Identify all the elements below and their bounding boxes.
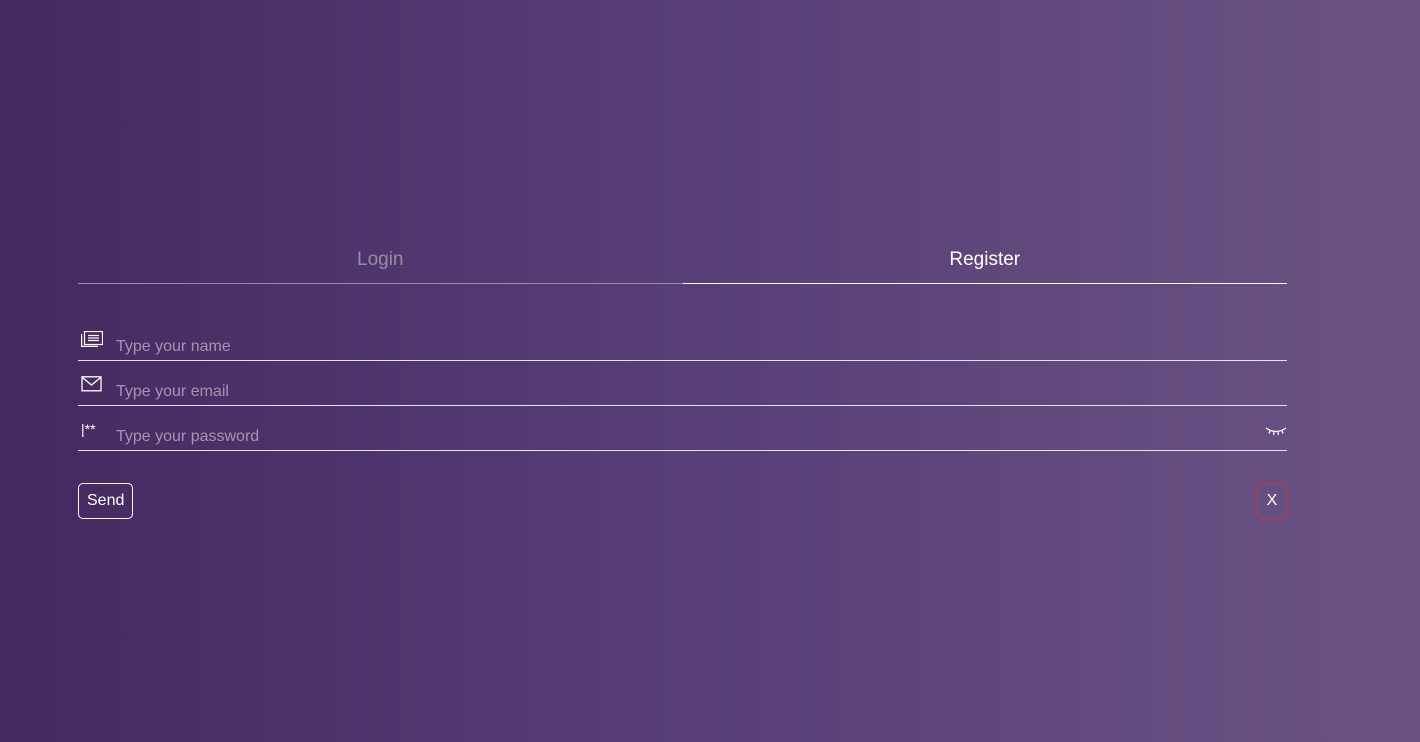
email-input[interactable] [116, 376, 1287, 407]
auth-form: Login Register Type your name Type your … [78, 236, 1287, 519]
id-card-icon [81, 329, 107, 349]
password-icon-text: |** [81, 420, 96, 437]
envelope-icon [81, 374, 107, 394]
eye-closed-icon[interactable] [1265, 425, 1287, 439]
form-actions: Send X [78, 483, 1287, 519]
email-field [78, 362, 1287, 407]
send-button[interactable]: Send [78, 483, 134, 519]
register-fields: |** [78, 317, 1287, 452]
name-field [78, 317, 1287, 362]
name-input[interactable] [116, 331, 1287, 362]
password-field: |** [78, 407, 1287, 452]
password-asterisks-icon: |** [81, 419, 107, 439]
auth-tabs: Login Register [78, 236, 1287, 284]
password-input[interactable] [116, 421, 1287, 452]
tab-login[interactable]: Login [78, 236, 683, 284]
close-button[interactable]: X [1257, 483, 1287, 519]
tab-register[interactable]: Register [682, 236, 1287, 284]
